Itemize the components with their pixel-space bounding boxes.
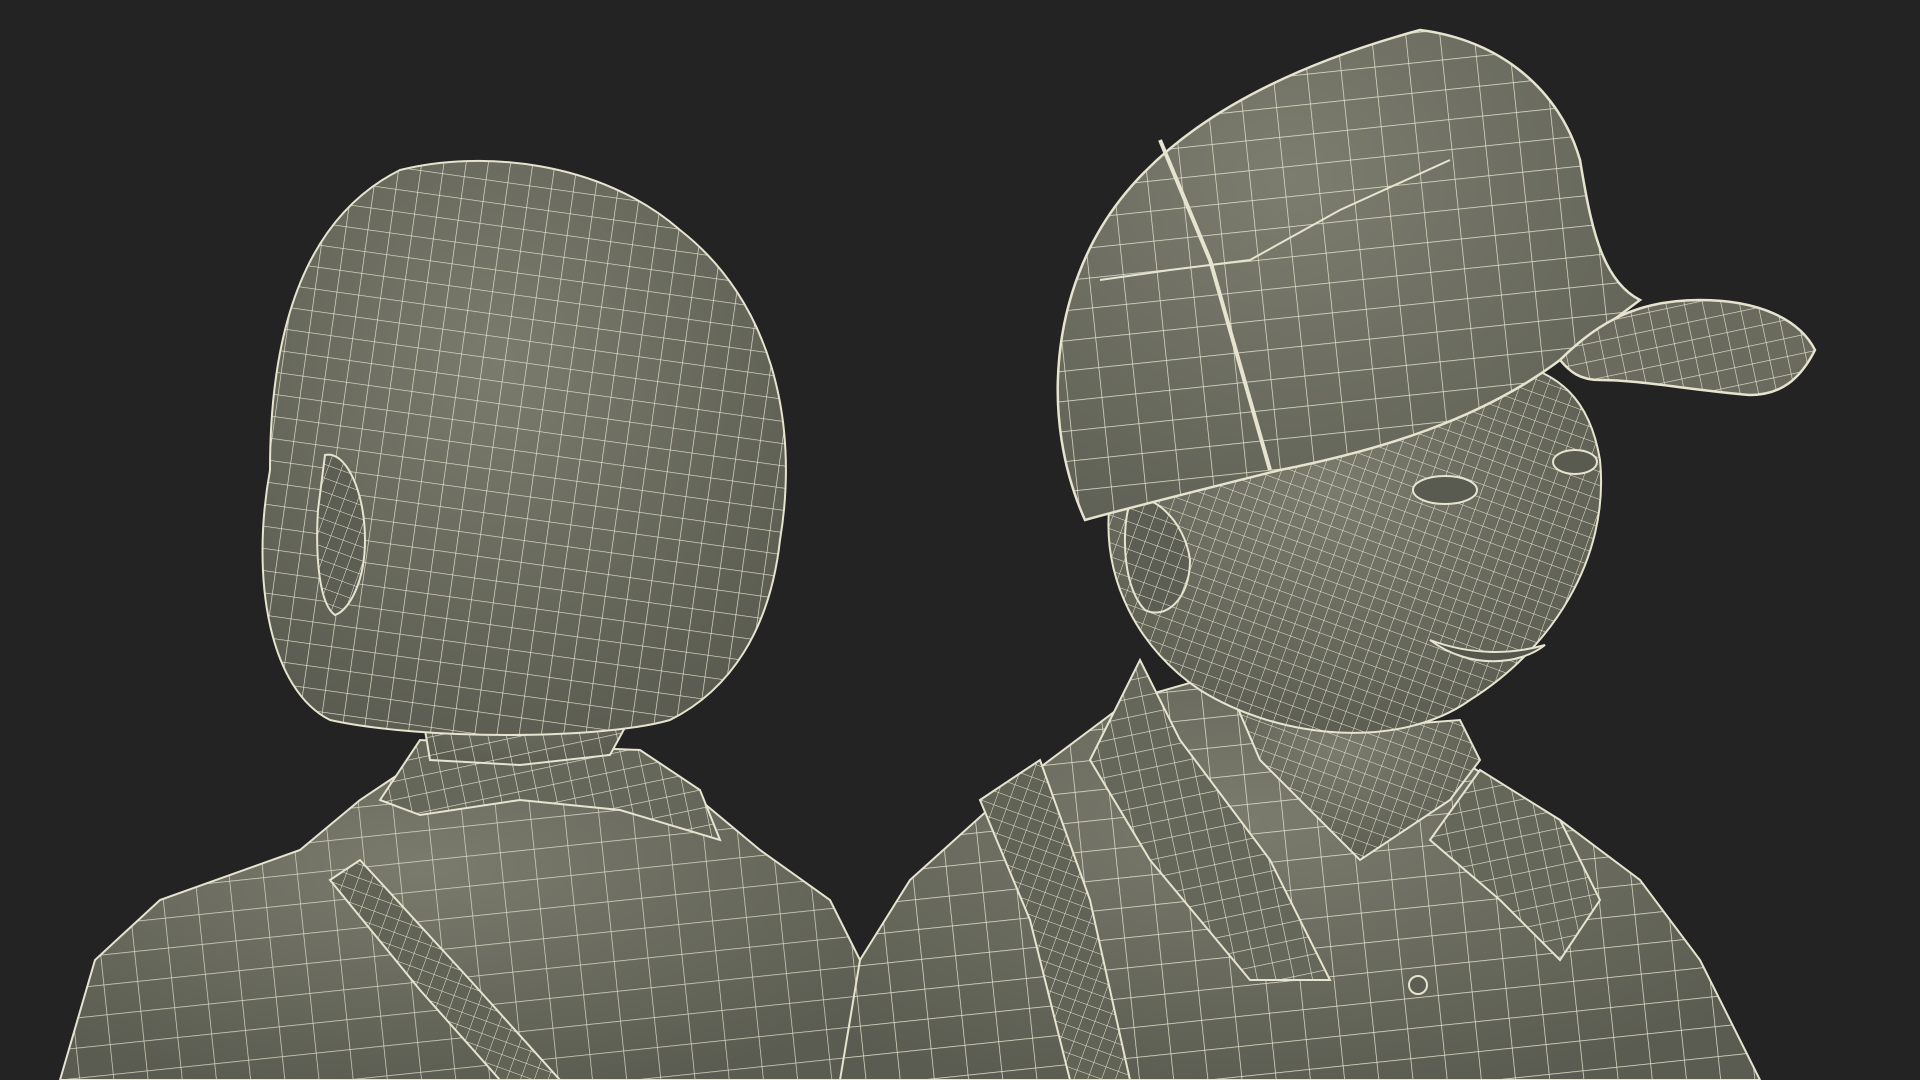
- render-viewport: [0, 0, 1920, 1080]
- figure-front-view-with-cap: [838, 28, 1817, 1080]
- front-eye-right: [1552, 449, 1598, 475]
- front-eye-left: [1412, 475, 1478, 505]
- figure-back-view: [58, 159, 881, 1080]
- front-shirt-button: [1408, 975, 1428, 995]
- wireframe-render: [58, 28, 1817, 1080]
